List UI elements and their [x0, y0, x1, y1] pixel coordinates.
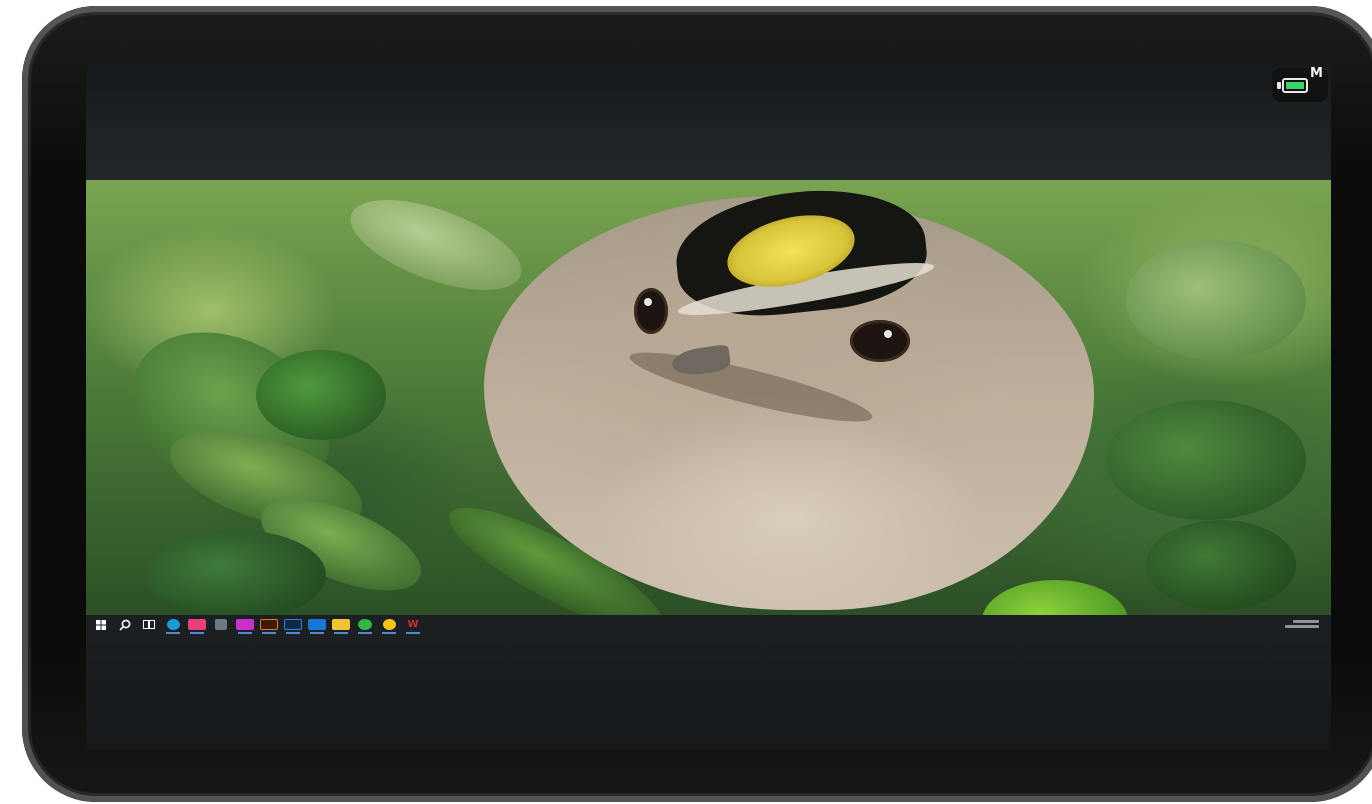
leaf: [256, 350, 386, 440]
battery-fill: [1286, 82, 1304, 89]
adobe-illustrator-icon[interactable]: [260, 617, 278, 634]
task-view-icon[interactable]: [140, 617, 158, 632]
file-explorer-icon[interactable]: [332, 617, 350, 634]
search-icon[interactable]: [116, 617, 134, 632]
bird-eye-left: [634, 288, 668, 334]
wechat-icon[interactable]: [356, 617, 374, 634]
taskbar: W: [86, 615, 1331, 634]
wps-icon[interactable]: W: [404, 617, 422, 634]
screen: W: [86, 62, 1331, 750]
store-icon[interactable]: [188, 617, 206, 634]
battery-mode-label: M: [1310, 66, 1323, 81]
photoshop-icon[interactable]: [284, 617, 302, 634]
foreground-leaf: [982, 580, 1128, 615]
chrome-icon[interactable]: [380, 617, 398, 634]
battery-nub: [1277, 82, 1281, 89]
desktop-wallpaper[interactable]: [86, 180, 1331, 615]
leaf: [339, 181, 533, 309]
windows-start-icon[interactable]: [92, 617, 110, 632]
edge-icon[interactable]: [164, 617, 182, 634]
letterbox-bottom: [86, 634, 1331, 750]
adobe-xd-icon[interactable]: [236, 617, 254, 634]
battery-status-widget: M: [1272, 66, 1328, 102]
photos-icon[interactable]: [308, 617, 326, 634]
leaf: [1126, 240, 1306, 360]
widgets-icon[interactable]: [212, 617, 230, 632]
letterbox-top: [86, 62, 1331, 180]
battery-icon: [1282, 78, 1308, 93]
bird-eye-right: [850, 320, 910, 362]
leaf: [1106, 400, 1306, 520]
system-tray-clock[interactable]: [1285, 617, 1325, 631]
leaf: [1146, 520, 1296, 610]
leaf: [146, 530, 326, 615]
